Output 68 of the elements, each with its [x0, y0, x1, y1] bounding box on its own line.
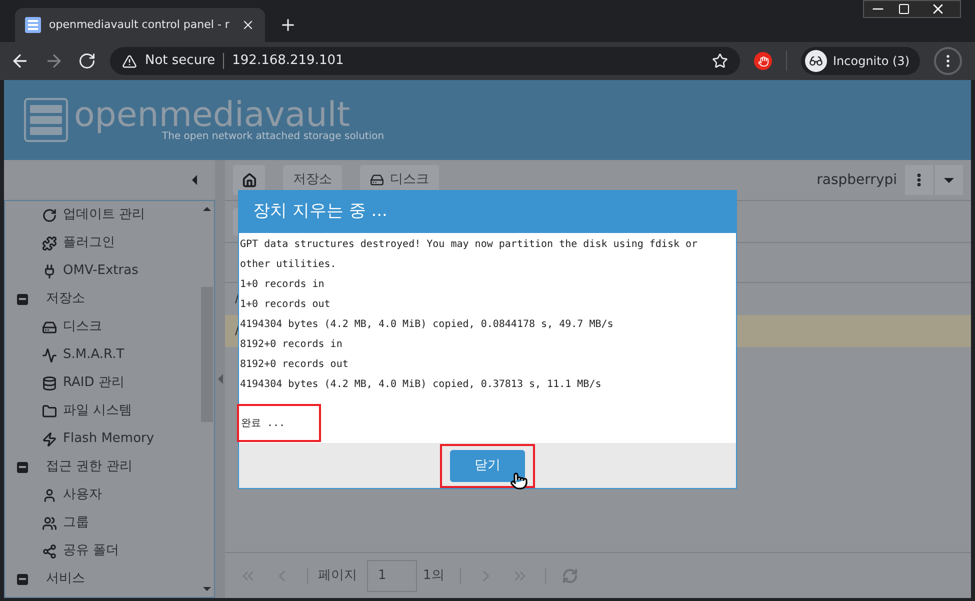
sidebar-item[interactable]: 디스크	[63, 317, 102, 337]
server-logo-icon	[24, 98, 68, 142]
collapse-icon[interactable]	[17, 574, 28, 584]
reload-icon[interactable]	[78, 52, 96, 70]
sidebar-item[interactable]: RAID 관리	[63, 373, 124, 393]
more-button[interactable]	[905, 165, 933, 195]
dropdown-button[interactable]	[935, 165, 963, 195]
security-label: Not secure	[145, 52, 216, 70]
menu-icon[interactable]	[934, 47, 962, 75]
status-text: 완료 ...	[241, 416, 286, 430]
puzzle-icon	[42, 236, 57, 250]
output-line: 8192+0 records in	[239, 338, 344, 352]
share-icon	[42, 544, 57, 558]
sidebar-group-label[interactable]: 접근 권한 관리	[46, 457, 132, 477]
pulse-icon	[42, 348, 57, 362]
output-line: 8192+0 records out	[239, 358, 350, 372]
users-icon	[42, 516, 57, 530]
hard-drive-icon	[370, 173, 384, 187]
output-line: 1+0 records in	[239, 278, 326, 292]
output-line: 4194304 bytes (4.2 MB, 4.0 MiB) copied, 0.0844178 s, 49.7 MB/s	[239, 318, 614, 332]
database-icon	[42, 376, 57, 390]
incognito-icon	[805, 50, 827, 72]
hard-drive-icon	[42, 320, 57, 334]
sidebar-item[interactable]: 공유 폴더	[63, 541, 120, 561]
profile-button[interactable]: Incognito (3)	[801, 47, 920, 75]
output-line: other utilities.	[239, 258, 338, 272]
lightning-icon	[42, 432, 57, 446]
sidebar-item[interactable]: 업데이트 관리	[63, 205, 146, 225]
sidebar-group-label[interactable]: 서비스	[46, 569, 85, 589]
maximize-icon[interactable]	[898, 3, 910, 15]
close-button[interactable]: 닫기	[450, 450, 525, 482]
collapse-icon[interactable]	[17, 462, 28, 472]
sidebar-group-label[interactable]: 저장소	[46, 289, 85, 309]
stop-hand-icon[interactable]	[754, 52, 772, 70]
plug-icon	[42, 264, 57, 278]
tab-title: openmediavault control panel - r	[49, 16, 230, 33]
new-tab-icon[interactable]	[279, 16, 297, 34]
address-field[interactable]: Not secure 192.168.219.101	[110, 47, 740, 75]
page-label: 페이지	[318, 566, 357, 585]
url-text: 192.168.219.101	[232, 52, 345, 70]
logo-text: openmediavault	[74, 98, 350, 132]
sidebar-item[interactable]: 플러그인	[63, 233, 115, 253]
user-icon	[42, 488, 57, 502]
rotate-icon	[42, 208, 57, 222]
dialog-title: 장치 지우는 중 ...	[253, 200, 388, 224]
tagline: The open network attached storage solution	[162, 132, 384, 142]
folder-icon	[42, 404, 57, 418]
output-line: 4194304 bytes (4.2 MB, 4.0 MiB) copied, 0.37813 s, 11.1 MB/s	[239, 378, 602, 392]
favicon-icon	[25, 17, 41, 33]
sidebar-item[interactable]: S.M.A.R.T	[63, 345, 124, 365]
hand-cursor-icon	[510, 472, 528, 490]
collapse-left-icon[interactable]	[192, 175, 197, 185]
output-line: 1+0 records out	[239, 298, 332, 312]
sidebar-item[interactable]: 그룹	[63, 513, 89, 533]
sidebar-item[interactable]: OMV-Extras	[63, 261, 138, 281]
sidebar-item[interactable]: Flash Memory	[63, 429, 154, 449]
sidebar-item[interactable]: 사용자	[63, 485, 102, 505]
collapse-icon[interactable]	[17, 294, 28, 304]
home-icon	[242, 172, 256, 188]
warning-icon	[122, 54, 137, 68]
browser-tab[interactable]: openmediavault control panel - r	[15, 8, 265, 42]
page-field[interactable]: 1	[367, 560, 417, 592]
sidebar-item[interactable]: 파일 시스템	[63, 401, 132, 421]
bookmark-star-icon[interactable]	[712, 53, 728, 69]
page-total: 1의	[423, 566, 444, 585]
close-icon[interactable]	[241, 18, 255, 32]
output-line: GPT data structures destroyed! You may now partition the disk using fdisk or	[239, 238, 699, 252]
hostname: raspberrypi	[816, 170, 897, 190]
